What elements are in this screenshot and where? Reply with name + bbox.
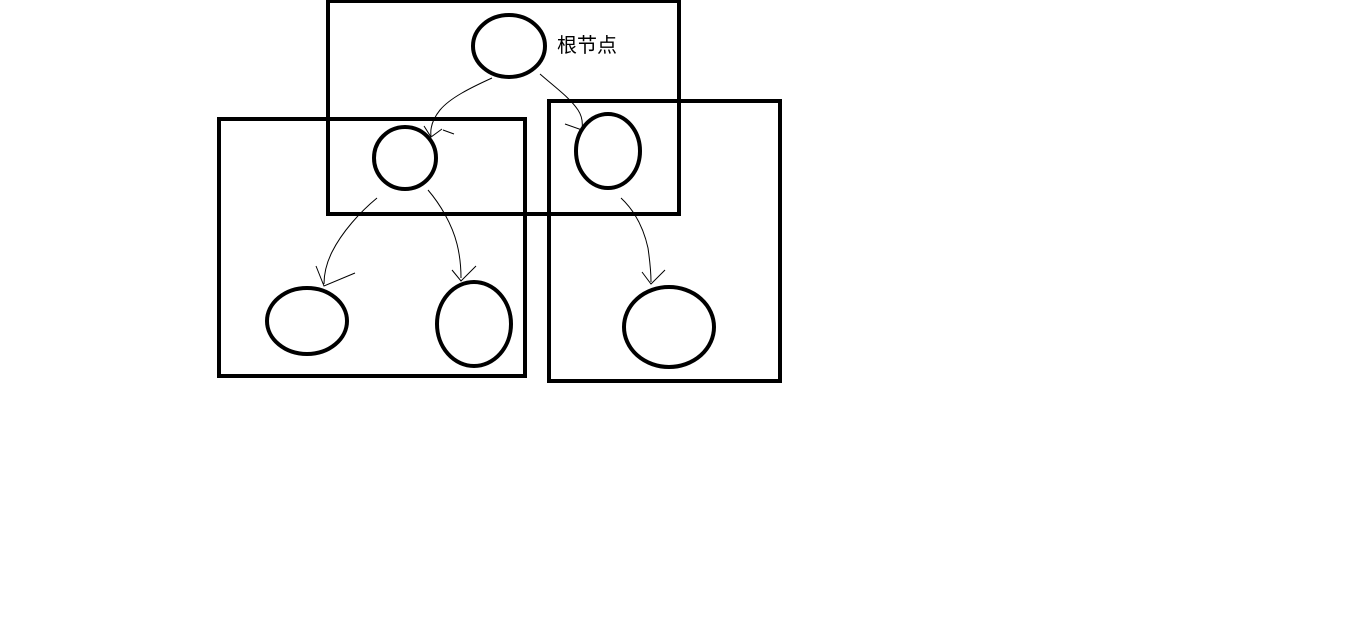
root-node-label: 根节点	[557, 33, 617, 57]
left-leaf-node	[265, 286, 349, 356]
tree-diagram: 根节点	[217, 0, 782, 383]
edge-left-child-to-right-leaf	[427, 189, 477, 282]
root-node	[471, 13, 547, 79]
edge-left-child-to-left-leaf	[315, 197, 378, 287]
edge-root-to-left-child	[423, 77, 493, 138]
middle-leaf-node	[435, 280, 513, 368]
right-leaf-node	[622, 285, 716, 369]
right-child-node	[574, 112, 642, 190]
left-child-node	[372, 125, 438, 191]
edge-right-child-to-leaf	[620, 197, 666, 285]
